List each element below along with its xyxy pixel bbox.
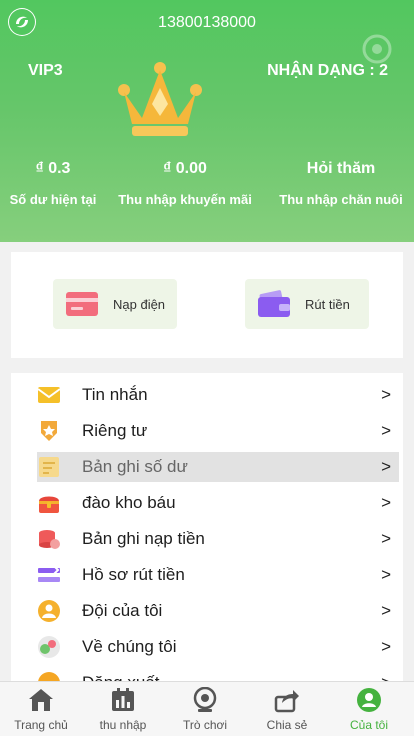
- stat-value: ₫ 0.3: [35, 160, 71, 177]
- withdraw-label: Rút tiền: [305, 296, 350, 312]
- menu-item-my-team[interactable]: Đội của tôi >: [37, 596, 399, 626]
- envelope-icon: [37, 383, 61, 407]
- team-icon: [37, 599, 61, 623]
- receive-type: NHẬN DẠNG : 2: [267, 62, 388, 79]
- tab-label: thu nhập: [99, 718, 147, 732]
- chart-icon: [110, 687, 136, 713]
- stat-balance: ₫ 0.3 Số dư hiện tại: [0, 160, 106, 207]
- profile-header: 13800138000 VIP3 NHẬN DẠNG : 2 ₫ 0.3 Số …: [0, 0, 414, 242]
- tab-label: Trang chủ: [14, 718, 68, 732]
- home-icon: [28, 687, 54, 713]
- chevron-right-icon: >: [381, 673, 391, 681]
- menu-item-privacy[interactable]: Riêng tư >: [37, 416, 399, 446]
- tab-label: Chia sẻ: [266, 718, 308, 732]
- menu-list: Tin nhắn > Riêng tư > Bản ghi số dư > đà…: [11, 373, 403, 681]
- chevron-right-icon: >: [381, 385, 391, 404]
- tab-label: Trò chơi: [182, 718, 228, 732]
- crown-icon: [116, 60, 204, 138]
- menu-item-messages[interactable]: Tin nhắn >: [37, 380, 399, 410]
- medal-icon: [37, 419, 61, 443]
- settings-icon[interactable]: [360, 32, 394, 66]
- menu-item-about-us[interactable]: Về chúng tôi >: [37, 632, 399, 662]
- menu-item-label: Về chúng tôi: [82, 637, 177, 656]
- action-cards: Nạp điện Rút tiền: [11, 252, 403, 358]
- deposit-button[interactable]: Nạp điện: [53, 279, 177, 329]
- tab-home[interactable]: Trang chủ: [0, 682, 82, 736]
- withdraw-icon: [37, 563, 61, 587]
- withdraw-button[interactable]: Rút tiền: [245, 279, 369, 329]
- stat-value: Hỏi thăm: [306, 160, 376, 177]
- menu-item-deposit-records[interactable]: Bản ghi nạp tiền >: [37, 524, 399, 554]
- treasure-chest-icon: [37, 491, 61, 515]
- menu-item-balance-records[interactable]: Bản ghi số dư >: [37, 452, 399, 482]
- stat-value: ₫ 0.00: [163, 160, 207, 177]
- stat-label: Thu nhập chăn nuôi: [279, 192, 403, 207]
- menu-item-logout[interactable]: Đăng xuất >: [37, 668, 399, 681]
- vip-level: VIP3: [28, 62, 63, 79]
- wallet-icon: [257, 290, 291, 318]
- menu-item-label: Bản ghi nạp tiền: [82, 529, 205, 548]
- menu-item-label: Hồ sơ rút tiền: [82, 565, 185, 584]
- phone-number: 13800138000: [158, 14, 256, 31]
- menu-item-label: Tin nhắn: [82, 385, 148, 404]
- menu-item-label: Riêng tư: [82, 421, 148, 440]
- menu-item-withdraw-records[interactable]: Hồ sơ rút tiền >: [37, 560, 399, 590]
- chevron-right-icon: >: [381, 637, 391, 656]
- chevron-right-icon: >: [381, 565, 391, 584]
- tab-profile[interactable]: Của tôi: [328, 682, 410, 736]
- stat-label: Số dư hiện tại: [9, 192, 97, 207]
- menu-item-treasure[interactable]: đào kho báu >: [37, 488, 399, 518]
- webcam-icon: [192, 686, 218, 713]
- card-icon: [65, 290, 99, 318]
- chevron-right-icon: >: [381, 529, 391, 548]
- chevron-right-icon: >: [381, 601, 391, 620]
- tab-label: Của tôi: [349, 718, 389, 732]
- menu-item-label: Đăng xuất: [82, 673, 381, 681]
- about-icon: [37, 635, 61, 659]
- stat-label: Thu nhập khuyến mãi: [118, 192, 252, 207]
- coins-icon: [37, 527, 61, 551]
- tab-share[interactable]: Chia sẻ: [246, 682, 328, 736]
- stat-promo-income: ₫ 0.00 Thu nhập khuyến mãi: [112, 160, 258, 207]
- logout-icon: [37, 671, 61, 681]
- menu-item-label: đào kho báu: [82, 493, 176, 512]
- chevron-right-icon: >: [381, 421, 391, 440]
- profile-icon: [356, 687, 382, 713]
- bottom-tab-bar: Trang chủ thu nhập Trò chơi Chia sẻ Của …: [0, 681, 414, 736]
- ledger-icon: [37, 455, 61, 479]
- share-icon: [274, 687, 300, 713]
- chevron-right-icon: >: [381, 457, 391, 476]
- menu-item-label: Đội của tôi: [82, 601, 163, 620]
- tab-income[interactable]: thu nhập: [82, 682, 164, 736]
- menu-item-label: Bản ghi số dư: [82, 457, 188, 476]
- deposit-label: Nạp điện: [113, 296, 166, 312]
- tab-games[interactable]: Trò chơi: [164, 682, 246, 736]
- chevron-right-icon: >: [381, 493, 391, 512]
- stat-farming-income: Hỏi thăm Thu nhập chăn nuôi: [270, 160, 412, 207]
